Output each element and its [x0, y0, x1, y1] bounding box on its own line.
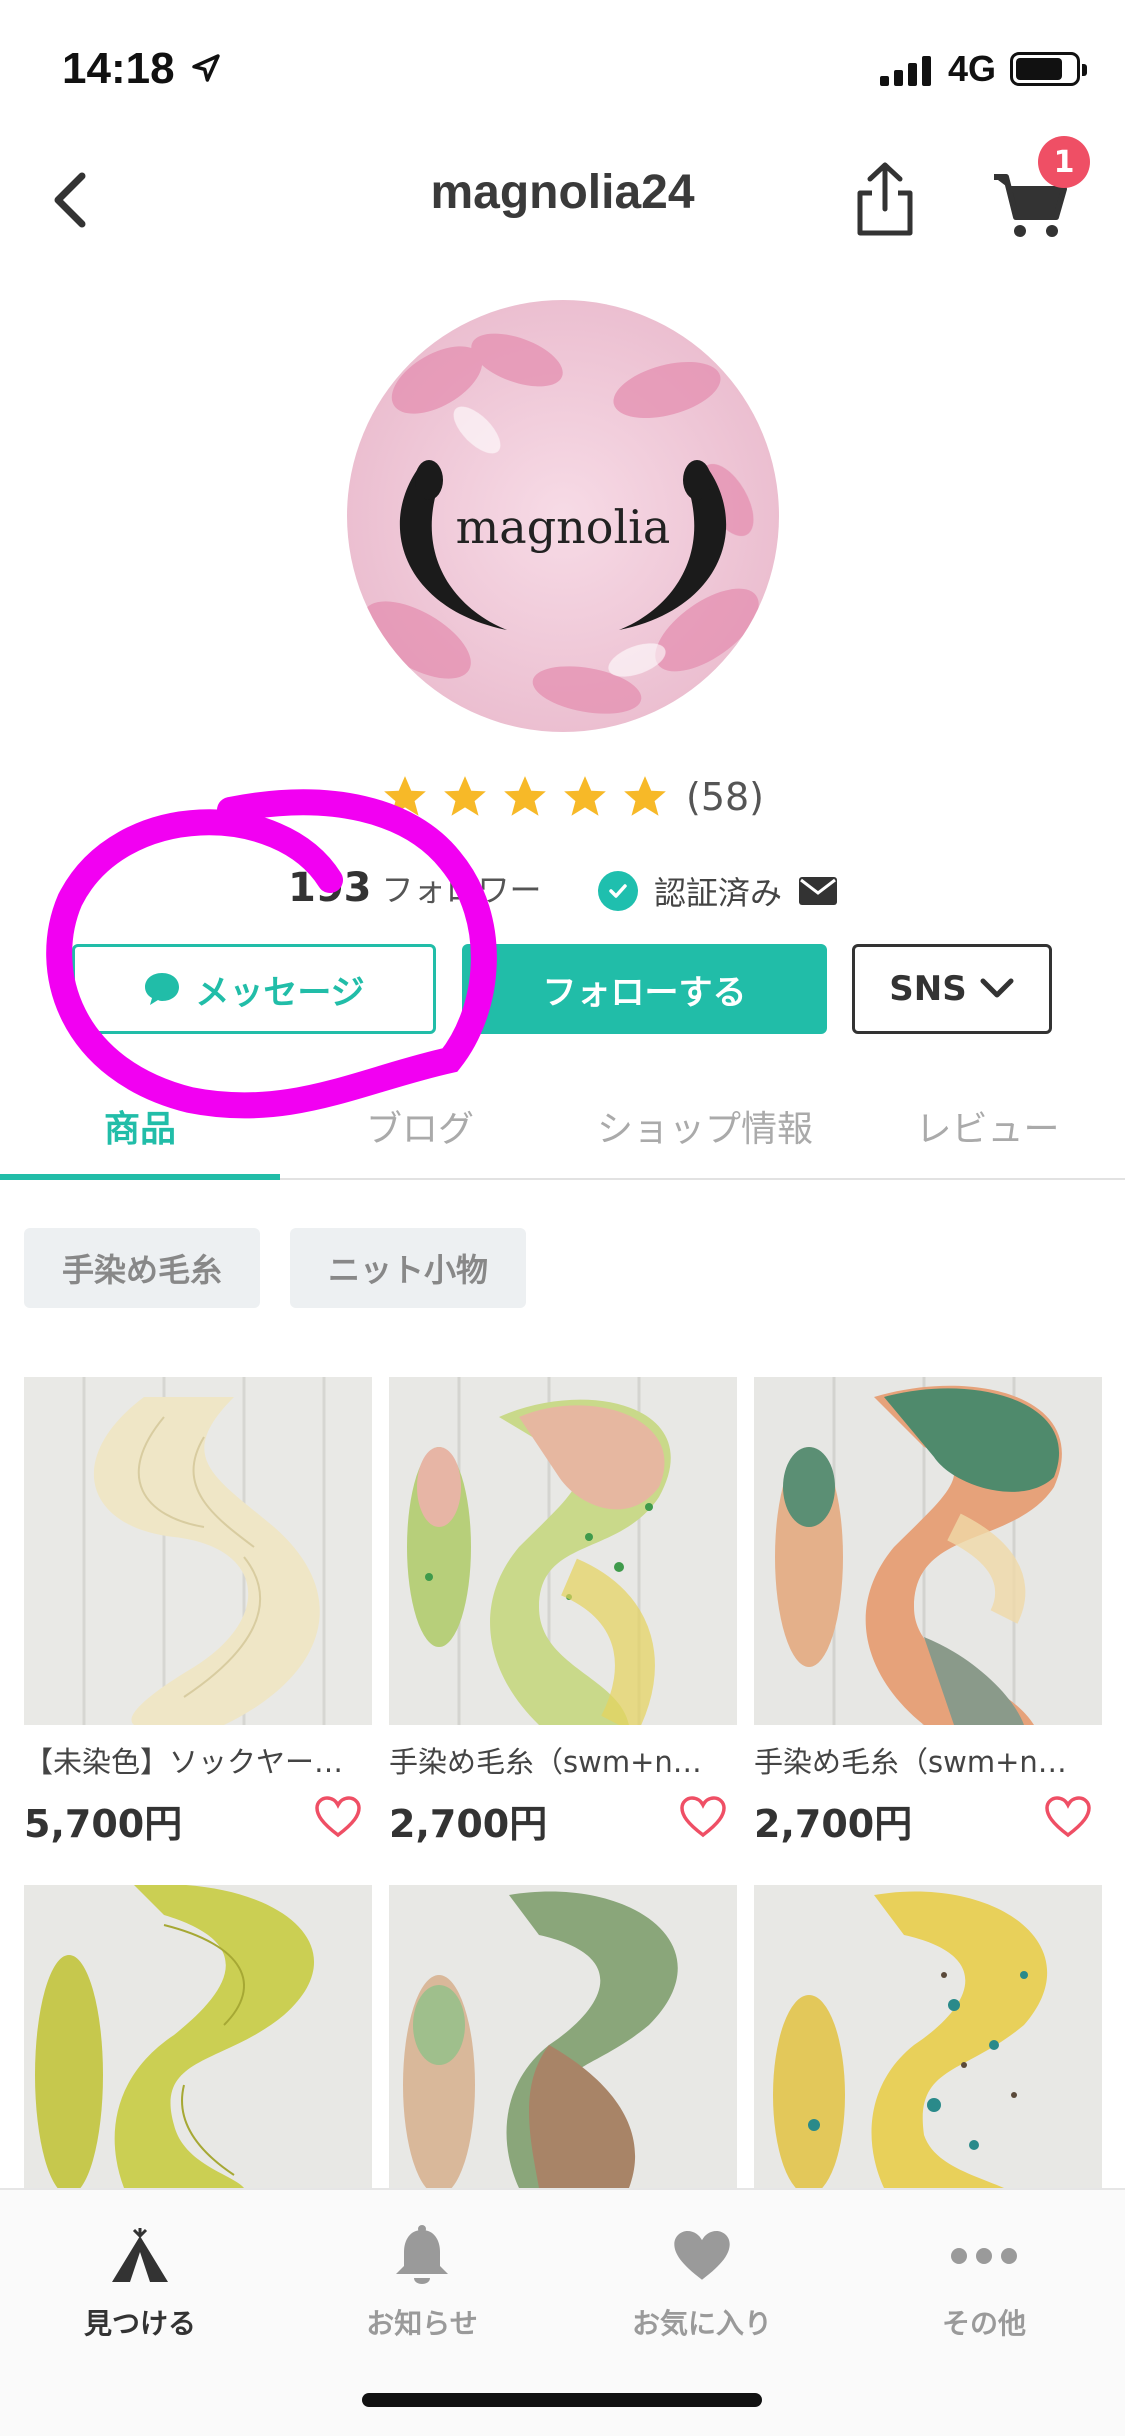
check-icon	[598, 871, 638, 911]
follow-label: フォローする	[542, 972, 747, 1013]
bottom-tab-favorites[interactable]: お気に入り	[602, 2216, 802, 2342]
followers-count[interactable]: 193 フォロワー	[288, 865, 542, 911]
tab-reviews[interactable]: レビュー	[850, 1100, 1125, 1152]
product-card[interactable]: 【未染色】ソックヤー… 5,700円	[24, 1377, 372, 1848]
share-button[interactable]	[850, 159, 920, 239]
product-image	[389, 1377, 737, 1725]
star-icon	[564, 776, 606, 816]
bottom-tab-notifications[interactable]: お知らせ	[322, 2216, 522, 2342]
heart-icon[interactable]	[679, 1795, 727, 1839]
sns-dropdown[interactable]: SNS	[852, 944, 1052, 1034]
message-label: メッセージ	[195, 972, 365, 1013]
status-time: 14:18	[62, 44, 175, 93]
product-card[interactable]: 手染め毛糸（swm+n… 2,700円	[754, 1377, 1102, 1848]
tab-active-indicator	[0, 1174, 280, 1180]
followers-number: 193	[288, 865, 372, 911]
followers-label: フォロワー	[381, 871, 542, 909]
tab-blog[interactable]: ブログ	[280, 1100, 560, 1152]
product-image	[389, 1885, 737, 2188]
tent-icon	[112, 2228, 168, 2282]
star-icon	[504, 776, 546, 816]
product-card[interactable]	[754, 1885, 1102, 2188]
home-indicator	[362, 2393, 762, 2407]
product-image	[754, 1885, 1102, 2188]
avatar-logo-text: magnolia	[455, 500, 671, 554]
message-button[interactable]: メッセージ	[72, 944, 436, 1034]
sns-label: SNS	[889, 969, 967, 1009]
product-card[interactable]: 手染め毛糸（swm+n… 2,700円	[389, 1377, 737, 1848]
shop-tabs: 商品 ブログ ショップ情報 レビュー	[0, 1080, 1125, 1180]
bell-icon	[396, 2225, 448, 2284]
verified-badge: 認証済み	[598, 868, 838, 914]
signal-icon	[880, 54, 931, 86]
heart-icon[interactable]	[314, 1795, 362, 1839]
chat-bubble-icon	[145, 973, 180, 1005]
shop-rating[interactable]: (58)	[380, 772, 764, 822]
network-label: 4G	[948, 48, 997, 89]
category-chip-knit-goods[interactable]: ニット小物	[290, 1228, 527, 1308]
star-icon	[384, 776, 426, 816]
battery-icon	[1010, 52, 1087, 86]
product-image	[24, 1377, 372, 1725]
product-image	[754, 1377, 1102, 1725]
bottom-tab-label: お知らせ	[366, 2307, 478, 2340]
nav-bar: magnolia24	[0, 135, 1125, 265]
rating-count: (58)	[686, 775, 765, 819]
status-bar: 14:18 4G	[0, 0, 1125, 135]
bottom-tab-label: その他	[941, 2307, 1026, 2340]
more-dots-icon	[951, 2248, 1017, 2264]
share-icon	[857, 162, 913, 236]
product-name: 手染め毛糸（swm+n…	[389, 1745, 702, 1779]
location-arrow-icon	[192, 54, 220, 82]
category-chip-dyed-yarn[interactable]: 手染め毛糸	[24, 1228, 261, 1308]
heart-icon	[674, 2230, 730, 2280]
bottom-tab-label: 見つける	[83, 2307, 196, 2340]
bottom-tab-label: お気に入り	[631, 2307, 772, 2340]
bottom-tab-more[interactable]: その他	[884, 2216, 1084, 2342]
mail-icon	[799, 877, 838, 905]
product-name: 手染め毛糸（swm+n…	[754, 1745, 1067, 1779]
star-icon	[624, 776, 666, 816]
follow-button[interactable]: フォローする	[462, 944, 827, 1034]
cart-badge: 1	[1038, 136, 1090, 188]
product-image	[24, 1885, 372, 2188]
page-title: magnolia24	[430, 166, 695, 219]
tab-shop-info[interactable]: ショップ情報	[560, 1100, 850, 1152]
product-card[interactable]	[24, 1885, 372, 2188]
product-card[interactable]	[389, 1885, 737, 2188]
product-name: 【未染色】ソックヤー…	[24, 1745, 344, 1779]
star-icon	[444, 776, 486, 816]
heart-icon[interactable]	[1044, 1795, 1092, 1839]
chevron-down-icon	[980, 978, 1014, 998]
verified-label: 認証済み	[654, 874, 783, 912]
tab-products[interactable]: 商品	[0, 1100, 280, 1152]
shop-avatar: magnolia	[347, 300, 779, 732]
bottom-tab-discover[interactable]: 見つける	[40, 2216, 240, 2342]
